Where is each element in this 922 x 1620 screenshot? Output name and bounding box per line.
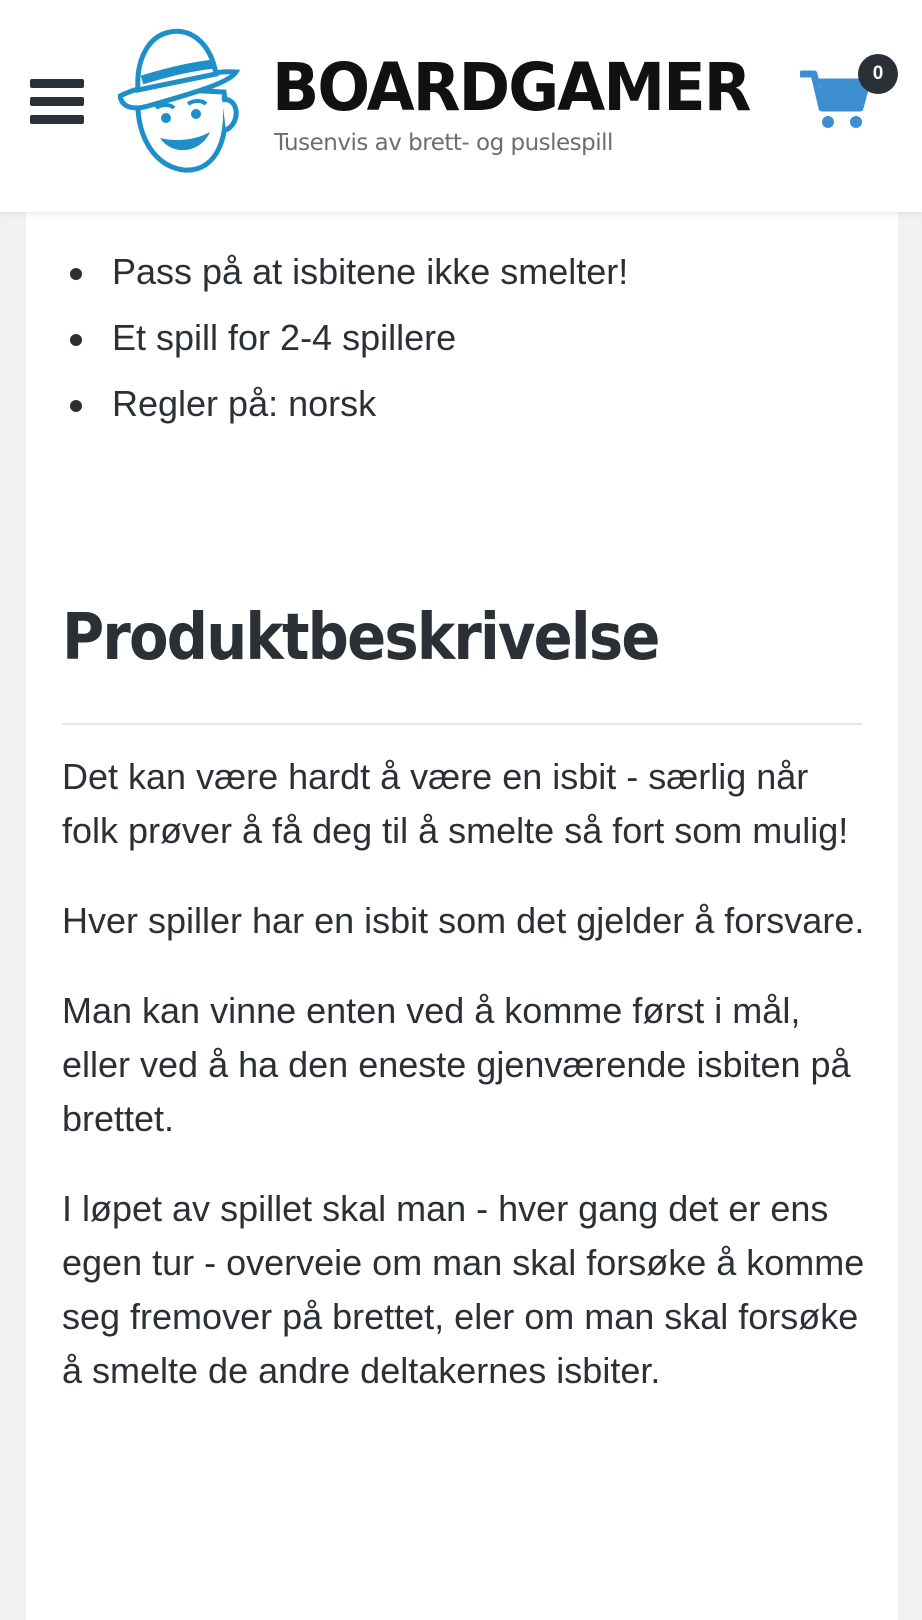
divider: [62, 723, 862, 725]
cart-button[interactable]: 0: [800, 48, 900, 138]
hamburger-icon: [30, 97, 84, 106]
section-title: Produktbeskrivelse: [62, 601, 660, 675]
description-paragraph: Det kan være hardt å være en isbit - sær…: [62, 756, 849, 851]
site-logo[interactable]: BOARDGAMER Tusenvis av brett- og puslesp…: [118, 26, 752, 176]
list-item: Regler på: norsk: [26, 382, 628, 448]
description-paragraph: Man kan vinne enten ved å komme først i …: [62, 990, 851, 1139]
product-content: Pass på at isbitene ikke smelter! Et spi…: [26, 200, 898, 1620]
menu-button[interactable]: [30, 76, 84, 126]
list-item: Et spill for 2-4 spillere: [26, 316, 628, 382]
description-paragraph: I løpet av spillet skal man - hver gang …: [62, 1188, 865, 1391]
list-item: Pass på at isbitene ikke smelter!: [26, 250, 628, 316]
cart-count-badge: 0: [858, 54, 898, 94]
description-paragraph: Hver spiller har en isbit som det gjelde…: [62, 900, 865, 941]
product-description: Det kan være hardt å være en isbit - sær…: [62, 750, 872, 1434]
brand-name: BOARDGAMER: [272, 49, 752, 126]
hamburger-icon: [30, 115, 84, 124]
brand-tagline: Tusenvis av brett- og puslespill: [274, 130, 613, 156]
site-header: BOARDGAMER Tusenvis av brett- og puslesp…: [0, 0, 922, 212]
product-highlights: Pass på at isbitene ikke smelter! Et spi…: [26, 250, 628, 448]
hamburger-icon: [30, 79, 84, 88]
mascot-logo-icon: [118, 28, 240, 173]
